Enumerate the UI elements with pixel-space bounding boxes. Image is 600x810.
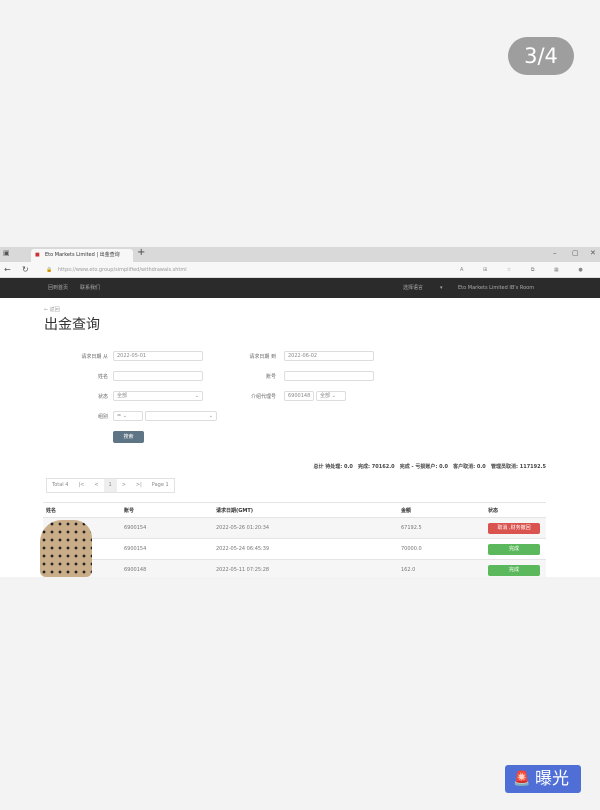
pager-first[interactable]: |< — [73, 479, 89, 492]
pager-next[interactable]: > — [117, 479, 131, 492]
nav-room[interactable]: Eto Markets Limited IB's Room — [458, 278, 534, 298]
expose-button[interactable]: 🚨 曝光 — [505, 765, 581, 793]
favicon-icon: ■ — [35, 252, 40, 258]
date-cell: 2022-05-11 07:25:28 — [213, 559, 398, 577]
back-link[interactable]: ← 返回 — [44, 306, 60, 313]
tab-title: Eto Markets Limited | 出金查询 — [45, 252, 120, 258]
expose-label: 曝光 — [535, 769, 569, 789]
date-to-label: 请求日期 到 — [249, 354, 276, 360]
agent-input[interactable]: 6900148 — [284, 391, 314, 401]
col-status: 状态 — [485, 502, 546, 518]
amount-cell: 70000.0 — [398, 538, 485, 560]
date-cell: 2022-05-26 01:20:34 — [213, 517, 398, 539]
table-row: 6900148 2022-05-11 07:25:28 162.0 完成 — [43, 559, 546, 577]
tab-bar: ▣ ■ Eto Markets Limited | 出金查询 + – ▢ ✕ — [0, 247, 600, 262]
close-icon[interactable]: ✕ — [590, 249, 596, 257]
browser-tab[interactable]: ■ Eto Markets Limited | 出金查询 — [31, 249, 133, 262]
toolbar-icons[interactable]: A ⊞ ☆ ⧉ ▦ ● — [460, 262, 592, 278]
nav-contact[interactable]: 联系我们 — [80, 278, 100, 298]
chevron-down-icon: ▾ — [440, 285, 443, 291]
page-counter: 3/4 — [508, 37, 574, 75]
status-badge[interactable]: 取消 ,财务撤回 — [488, 522, 540, 534]
chevron-down-icon: ⌄ — [194, 393, 199, 399]
status-badge[interactable]: 完成 — [488, 543, 540, 555]
pager-total: Total 4 — [52, 482, 69, 488]
col-date: 请求日期(GMT) — [213, 502, 398, 518]
amount-cell: 67192.5 — [398, 517, 485, 539]
pagination: Total 4 |< < 1 > >| Page 1 — [46, 478, 175, 493]
redaction-mosaic — [40, 520, 92, 577]
date-to-input[interactable]: 2022-06-02 — [284, 351, 374, 361]
back-icon[interactable]: ← — [4, 262, 11, 278]
agent-scope-select[interactable]: 全部 ⌄ — [316, 391, 346, 401]
pager-current[interactable]: 1 — [103, 479, 117, 492]
name-input[interactable] — [113, 371, 203, 381]
lock-icon: 🔒 — [46, 267, 53, 273]
account-cell: 6900154 — [121, 538, 213, 560]
table-row: 6900154 2022-05-24 06:45:39 70000.0 完成 — [43, 538, 546, 560]
account-input[interactable] — [284, 371, 374, 381]
new-tab-icon[interactable]: + — [137, 247, 145, 258]
account-label: 账号 — [265, 374, 276, 380]
name-label: 姓名 — [97, 374, 108, 380]
status-select[interactable]: 全部 ⌄ — [113, 391, 203, 401]
amount-cell: 162.0 — [398, 559, 485, 577]
summary-text: 总计 待处理: 0.0 完成: 70162.0 完成 - 亏损账户: 0.0 客… — [313, 464, 547, 470]
col-name: 姓名 — [43, 502, 121, 518]
tab-actions-icon[interactable]: ▣ — [3, 249, 10, 257]
table-header: 姓名 账号 请求日期(GMT) 金额 状态 — [43, 502, 546, 518]
agent-scope-value: 全部 — [320, 393, 331, 399]
col-account: 账号 — [121, 502, 213, 518]
restore-icon[interactable]: ▢ — [572, 249, 579, 257]
alarm-light-icon: 🚨 — [513, 771, 531, 787]
page-title: 出金查询 — [44, 317, 100, 333]
date-from-label: 请求日期 从 — [81, 354, 108, 360]
account-cell: 6900148 — [121, 559, 213, 577]
group-select[interactable]: ⌄ — [145, 411, 217, 421]
minimize-icon[interactable]: – — [553, 249, 557, 257]
account-cell: 6900154 — [121, 517, 213, 539]
date-from-input[interactable]: 2022-05-01 — [113, 351, 203, 361]
status-badge[interactable]: 完成 — [488, 564, 540, 576]
withdrawals-table: 姓名 账号 请求日期(GMT) 金额 状态 6900154 2022-05-26 … — [43, 502, 546, 577]
refresh-icon[interactable]: ↻ — [22, 262, 29, 278]
pager-last[interactable]: >| — [131, 479, 147, 492]
status-label: 状态 — [97, 394, 108, 400]
top-nav: 回到首页 联系我们 选择语言 ▾ Eto Markets Limited IB'… — [0, 278, 600, 298]
url-field[interactable]: https://www.eto.group/simplified/withdra… — [58, 262, 187, 278]
group-op-value: = — [117, 413, 122, 419]
chevron-down-icon: ⌄ — [208, 413, 213, 419]
pager-page: Page 1 — [151, 482, 169, 488]
browser-screenshot: ▣ ■ Eto Markets Limited | 出金查询 + – ▢ ✕ ← … — [0, 247, 600, 577]
date-cell: 2022-05-24 06:45:39 — [213, 538, 398, 560]
address-bar: ← ↻ 🔒 https://www.eto.group/simplified/w… — [0, 262, 600, 278]
group-label: 组别 — [97, 414, 108, 420]
pager-prev[interactable]: < — [89, 479, 103, 492]
agent-label: 介绍代理号 — [250, 394, 276, 400]
table-row: 6900154 2022-05-26 01:20:34 67192.5 取消 ,财务撤… — [43, 517, 546, 539]
status-value: 全部 — [117, 393, 128, 399]
search-button[interactable]: 搜索 — [113, 431, 144, 443]
group-operator-select[interactable]: = ⌄ — [113, 411, 143, 421]
nav-language[interactable]: 选择语言 — [403, 278, 423, 298]
col-amount: 金额 — [398, 502, 485, 518]
nav-home[interactable]: 回到首页 — [48, 278, 68, 298]
